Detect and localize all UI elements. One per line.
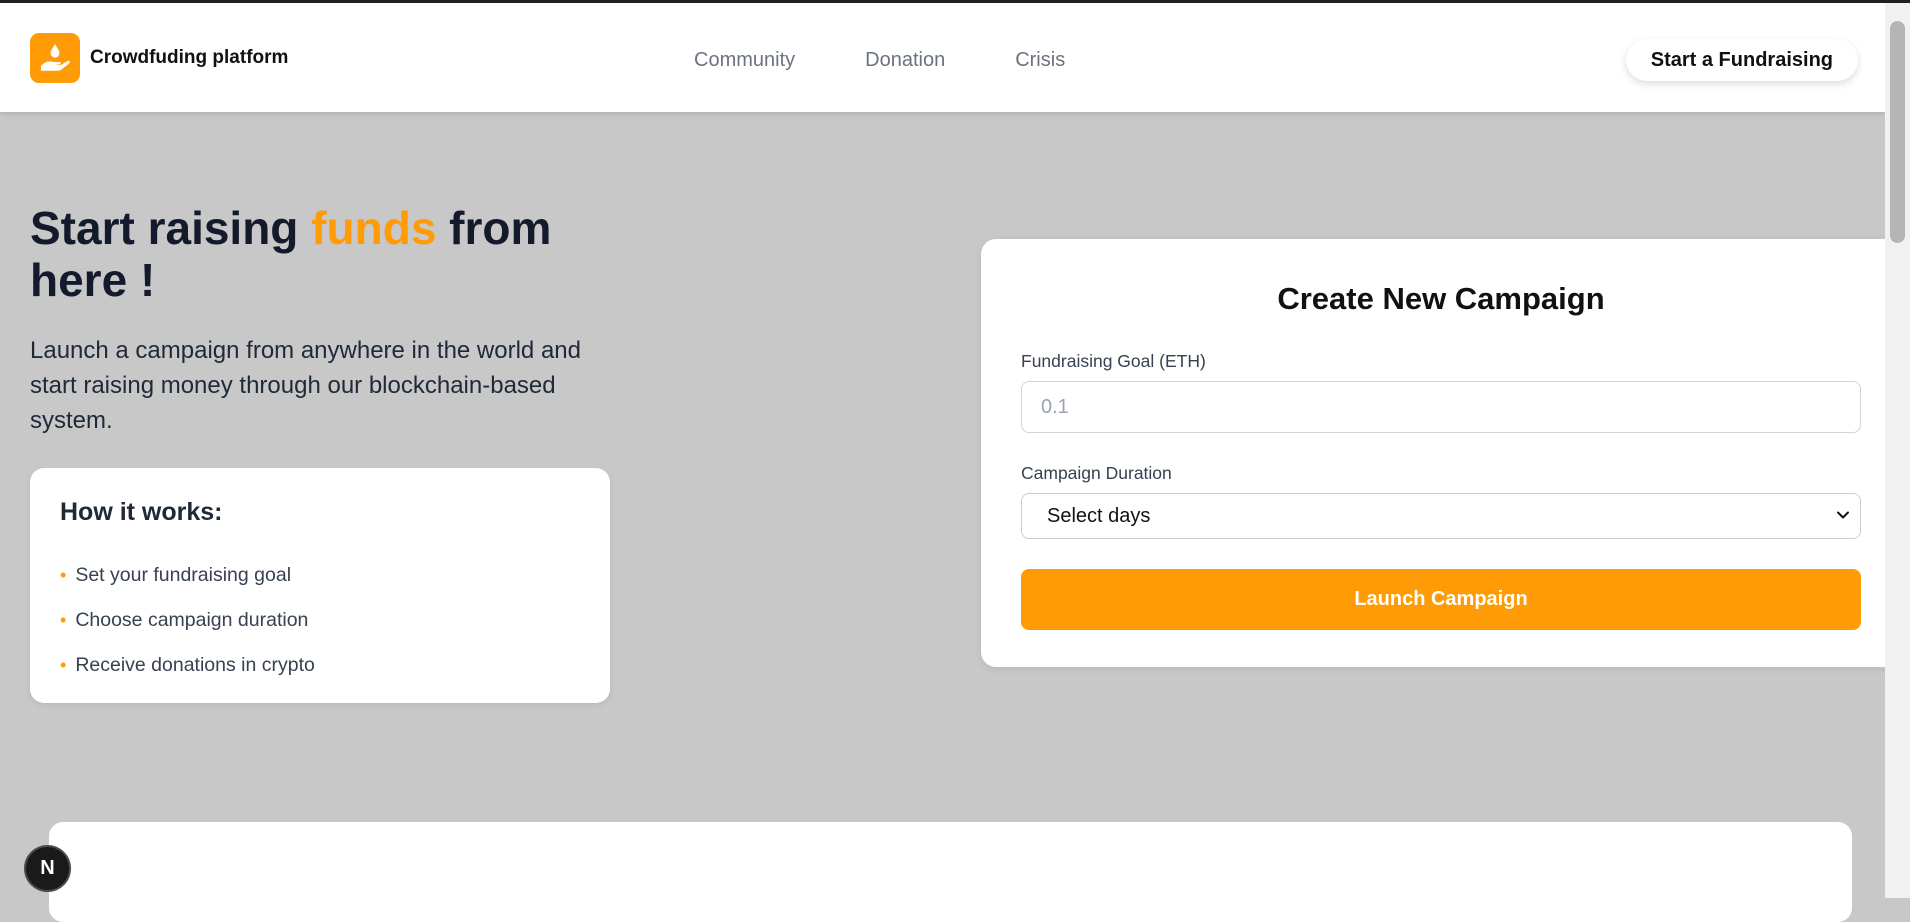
bullet-icon: •: [60, 565, 67, 585]
nav-community[interactable]: Community: [694, 49, 795, 72]
chevron-down-icon: [1837, 511, 1849, 519]
list-item: • Receive donations in crypto: [60, 643, 580, 688]
launch-campaign-button[interactable]: Launch Campaign: [1021, 569, 1861, 630]
page-scrollbar[interactable]: [1885, 3, 1910, 898]
scrollbar-thumb[interactable]: [1890, 21, 1905, 243]
site-header: Crowdfuding platform Community Donation …: [0, 3, 1885, 112]
hero-title-accent: funds: [311, 202, 437, 254]
create-campaign-title: Create New Campaign: [1277, 281, 1605, 316]
create-campaign-card: Create New Campaign Fundraising Goal (ET…: [981, 239, 1901, 667]
how-it-works-title: How it works:: [60, 498, 223, 526]
goal-label: Fundraising Goal (ETH): [1021, 351, 1206, 371]
nextjs-icon[interactable]: N: [24, 845, 71, 892]
list-item: • Set your fundraising goal: [60, 553, 580, 598]
hand-droplet-icon: [30, 33, 80, 83]
how-it-works-list: • Set your fundraising goal • Choose campa…: [60, 553, 580, 688]
how-it-works-card: How it works: • Set your fundraising goal…: [30, 468, 610, 703]
badge-letter: N: [40, 857, 55, 879]
brand-name: Crowdfuding platform: [90, 47, 289, 68]
hero-description: Launch a campaign from anywhere in the w…: [30, 337, 581, 434]
brand[interactable]: Crowdfuding platform: [30, 33, 288, 83]
bullet-icon: •: [60, 610, 67, 630]
hero-title-start: Start raising: [30, 202, 312, 254]
list-item-text: Receive donations in crypto: [75, 654, 315, 676]
goal-input[interactable]: [1021, 381, 1861, 433]
duration-select-value: Select days: [1047, 504, 1151, 527]
main-nav: Community Donation Crisis: [694, 49, 1065, 72]
list-item-text: Set your fundraising goal: [75, 564, 292, 586]
start-fundraising-button[interactable]: Start a Fundraising: [1625, 39, 1858, 81]
nav-crisis[interactable]: Crisis: [1015, 49, 1065, 72]
list-item-text: Choose campaign duration: [75, 609, 309, 631]
hero-title: Start raising funds from here !: [30, 202, 590, 306]
list-item: • Choose campaign duration: [60, 598, 580, 643]
nav-donation[interactable]: Donation: [865, 49, 945, 72]
duration-label: Campaign Duration: [1021, 463, 1172, 483]
duration-select[interactable]: Select days: [1021, 493, 1861, 539]
bottom-section-card: [49, 822, 1852, 922]
bullet-icon: •: [60, 655, 67, 675]
